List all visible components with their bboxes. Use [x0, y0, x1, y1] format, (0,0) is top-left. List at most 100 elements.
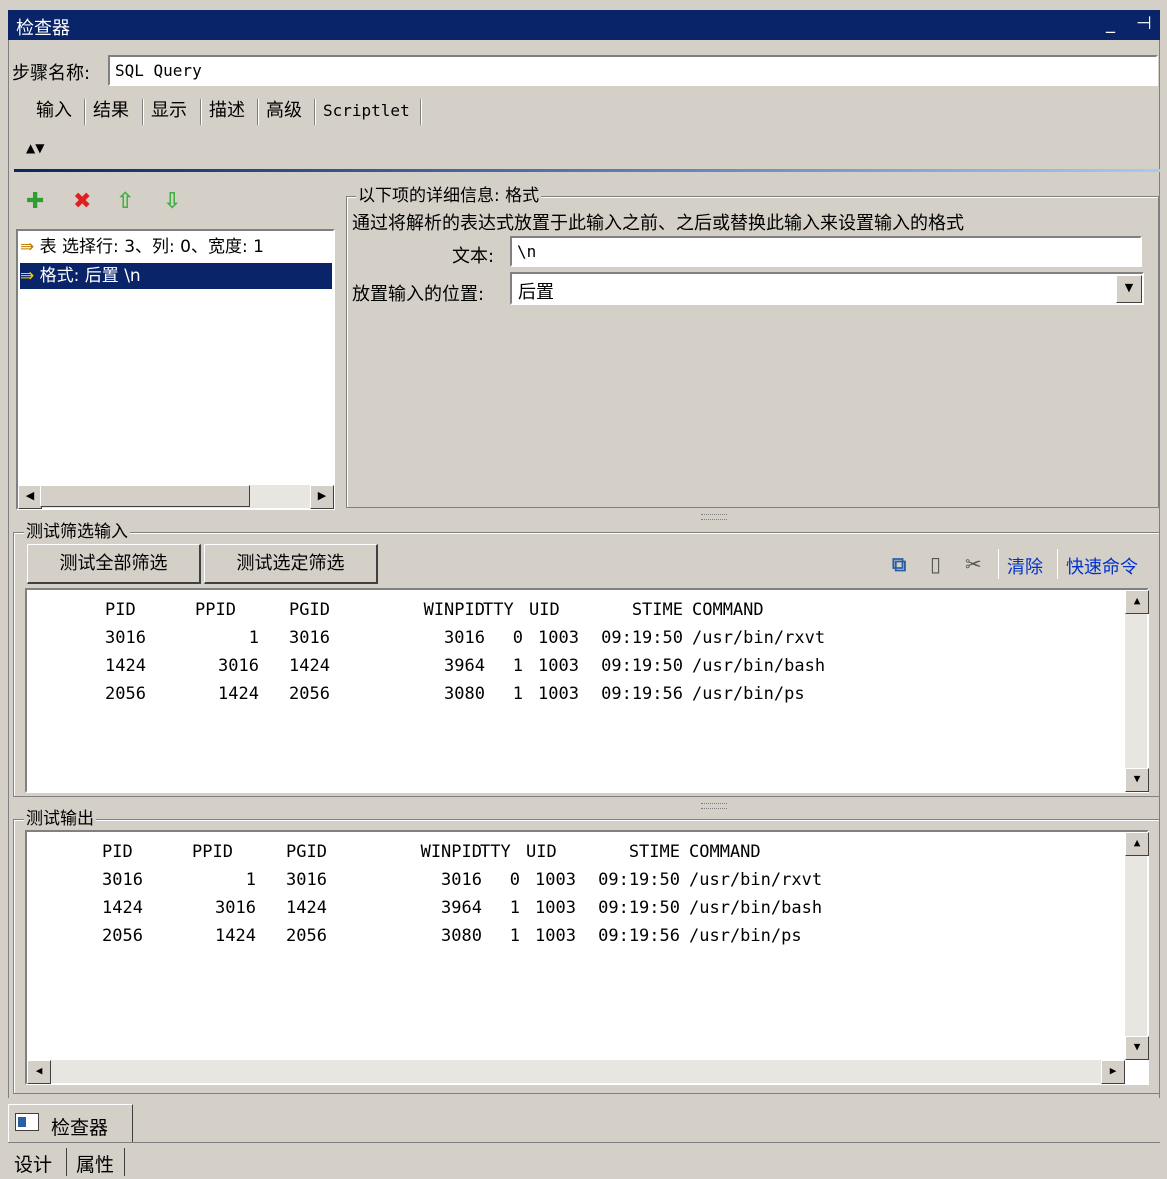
scroll-right-icon[interactable]: ▶	[310, 485, 334, 509]
table-cell: 3016	[102, 870, 143, 890]
table-cell: 09:19:50	[598, 870, 680, 890]
scroll-left-icon[interactable]: ◀	[18, 485, 42, 509]
list-item[interactable]: ⇛ 表 选择行: 3、列: 0、宽度: 1	[20, 234, 332, 260]
table-cell: 3964	[441, 898, 482, 918]
scroll-left-icon[interactable]: ◀	[27, 1060, 51, 1084]
panel-tab-label: 检查器	[51, 1117, 109, 1139]
table-cell: 3016	[286, 870, 327, 890]
table-cell: 1003	[538, 656, 579, 676]
table-cell: 0	[512, 628, 523, 648]
column-header: TTY	[480, 842, 511, 862]
quick-command-link[interactable]: 快速命令	[1066, 553, 1138, 579]
detail-legend: 以下项的详细信息: 格式	[356, 186, 542, 206]
pin-button[interactable]: ⊣	[1136, 13, 1152, 34]
step-name-label: 步骤名称:	[12, 63, 91, 84]
cut-icon[interactable]: ✂	[965, 552, 982, 576]
tab-result[interactable]: 结果	[93, 97, 129, 125]
window-title: 检查器	[16, 18, 70, 39]
table-cell: 09:19:50	[598, 898, 680, 918]
scroll-right-icon[interactable]: ▶	[1101, 1060, 1125, 1084]
delete-icon[interactable]: ✖	[73, 190, 91, 214]
column-header: STIME	[628, 842, 680, 862]
table-cell: 3080	[441, 926, 482, 946]
table-cell: 1	[512, 684, 523, 704]
list-item-selected[interactable]: ⇛ 格式: 后置 \n	[20, 263, 332, 289]
title-bar: 检查器 _ ⊣	[8, 10, 1160, 40]
table-cell: /usr/bin/bash	[692, 656, 826, 676]
format-icon: ⇛	[20, 266, 35, 286]
divider	[14, 169, 1160, 172]
table-cell: 1424	[289, 656, 330, 676]
move-down-icon[interactable]: ⇩	[163, 190, 181, 214]
splitter-grip[interactable]	[701, 514, 727, 520]
column-header: WINPID	[423, 600, 485, 620]
table-cell: 3964	[444, 656, 485, 676]
table-cell: 0	[509, 870, 520, 890]
minimize-button[interactable]: _	[1106, 13, 1115, 34]
column-header: PGID	[289, 600, 330, 620]
column-header: UID	[529, 600, 560, 620]
column-header: TTY	[483, 600, 514, 620]
test-all-button[interactable]: 测试全部筛选	[27, 544, 201, 584]
table-cell: /usr/bin/ps	[689, 926, 802, 946]
table-cell: /usr/bin/bash	[689, 898, 823, 918]
column-header: PPID	[192, 842, 233, 862]
table-cell: 2056	[102, 926, 143, 946]
detail-description: 通过将解析的表达式放置于此输入之前、之后或替换此输入来设置输入的格式	[352, 213, 964, 234]
process-table-input: PID PPID PGID WINPID TTY UID STIME COMMAND 3016 1…	[27, 596, 1117, 716]
input-list[interactable]: ⇛ 表 选择行: 3、列: 0、宽度: 1 ⇛ 格式: 后置 \n ◀ ▶	[16, 229, 335, 510]
tab-description[interactable]: 描述	[209, 97, 245, 125]
table-cell: 3016	[444, 628, 485, 648]
column-header: PGID	[286, 842, 327, 862]
chevron-down-icon[interactable]: ▼	[1116, 275, 1142, 303]
table-cell: 1	[248, 628, 259, 648]
panel-tab-inspector[interactable]: 检查器	[8, 1104, 133, 1142]
scroll-down-icon[interactable]: ▼	[1125, 768, 1149, 792]
test-selected-button[interactable]: 测试选定筛选	[204, 544, 378, 584]
scroll-up-icon[interactable]: ▲	[1125, 590, 1149, 614]
table-cell: 3016	[218, 656, 259, 676]
position-select[interactable]: 后置 ▼	[510, 272, 1144, 305]
sort-arrows[interactable]: ▲▼	[26, 141, 44, 155]
test-output-area[interactable]: PID PPID PGID WINPID TTY UID STIME COMMAND 3016 1…	[25, 830, 1149, 1085]
splitter-grip-2[interactable]	[701, 803, 727, 809]
text-label: 文本:	[452, 246, 495, 267]
table-cell: 1424	[105, 656, 146, 676]
horizontal-scrollbar-2[interactable]: ◀ ▶	[27, 1060, 1125, 1084]
tab-advanced[interactable]: 高级	[266, 97, 302, 125]
table-cell: 1	[509, 898, 520, 918]
vertical-scrollbar[interactable]: ▲ ▼	[1125, 590, 1149, 792]
tab-display[interactable]: 显示	[151, 97, 187, 125]
scroll-up-icon[interactable]: ▲	[1125, 832, 1149, 856]
scroll-thumb[interactable]	[40, 485, 250, 507]
tab-input[interactable]: 输入	[36, 97, 72, 125]
vertical-scrollbar-2[interactable]: ▲ ▼	[1125, 832, 1149, 1060]
column-header: COMMAND	[689, 842, 761, 862]
tab-scriptlet[interactable]: Scriptlet	[323, 97, 410, 125]
table-cell: 1	[509, 926, 520, 946]
table-cell: 2056	[286, 926, 327, 946]
test-input-area[interactable]: PID PPID PGID WINPID TTY UID STIME COMMAND 3016 1…	[25, 588, 1149, 793]
table-cell: 09:19:56	[598, 926, 680, 946]
clear-link[interactable]: 清除	[1007, 553, 1043, 579]
column-header: PPID	[195, 600, 236, 620]
scroll-down-icon[interactable]: ▼	[1125, 1036, 1149, 1060]
paste-icon[interactable]: ▯	[930, 552, 941, 576]
column-header: UID	[526, 842, 557, 862]
step-name-input[interactable]: SQL Query	[108, 55, 1158, 86]
table-cell: 09:19:56	[601, 684, 683, 704]
column-header: COMMAND	[692, 600, 764, 620]
table-input-icon: ⇛	[20, 237, 35, 257]
text-input[interactable]: \n	[510, 236, 1142, 267]
table-cell: 1003	[538, 628, 579, 648]
move-up-icon[interactable]: ⇧	[116, 190, 134, 214]
copy-icon[interactable]: ⧉	[892, 552, 906, 576]
table-cell: 2056	[105, 684, 146, 704]
tab-properties[interactable]: 属性	[76, 1150, 114, 1177]
add-icon[interactable]: ✚	[26, 190, 44, 214]
table-cell: 3080	[444, 684, 485, 704]
horizontal-scrollbar[interactable]: ◀ ▶	[18, 485, 334, 509]
table-cell: 1424	[102, 898, 143, 918]
table-cell: /usr/bin/rxvt	[689, 870, 823, 890]
tab-design[interactable]: 设计	[14, 1150, 52, 1177]
